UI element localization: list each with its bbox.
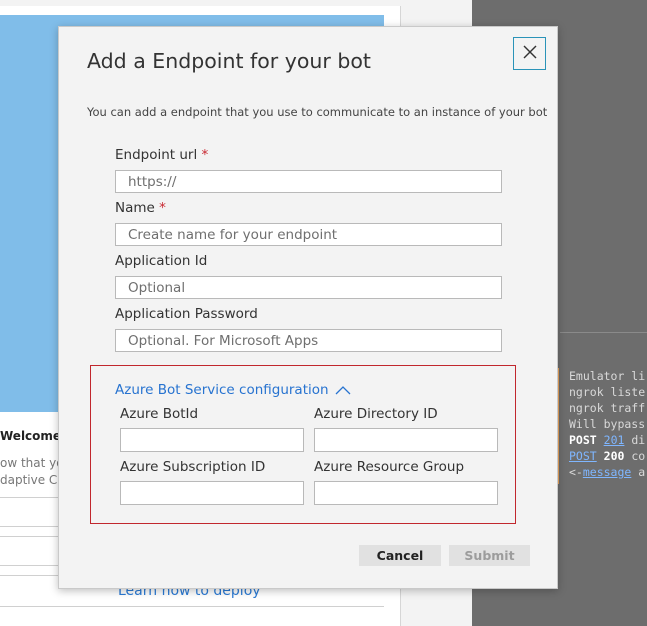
app-password-input[interactable] bbox=[115, 329, 502, 352]
azure-subscription-id-input[interactable] bbox=[120, 481, 304, 505]
dialog-title: Add a Endpoint for your bot bbox=[87, 49, 371, 73]
name-label: Name * bbox=[115, 200, 166, 216]
azure-subscription-id-label: Azure Subscription ID bbox=[120, 459, 266, 475]
close-button[interactable] bbox=[513, 37, 546, 70]
azure-directory-id-label: Azure Directory ID bbox=[314, 406, 438, 422]
log-status: 200 bbox=[603, 449, 625, 463]
endpoint-url-label: Endpoint url * bbox=[115, 147, 208, 163]
log-method-link[interactable]: POST bbox=[569, 449, 597, 463]
dialog-description: You can add a endpoint that you use to c… bbox=[87, 105, 548, 119]
background-text-line: ow that yo bbox=[0, 456, 64, 470]
required-marker: * bbox=[201, 147, 209, 163]
close-icon bbox=[523, 44, 537, 63]
log-line: ngrok traff bbox=[569, 401, 646, 415]
log-text: co bbox=[631, 449, 646, 463]
log-line: ngrok liste bbox=[569, 385, 646, 399]
log-divider bbox=[560, 332, 647, 333]
log-text: a bbox=[638, 465, 646, 479]
azure-bot-id-input[interactable] bbox=[120, 428, 304, 452]
azure-config-toggle[interactable]: Azure Bot Service configuration bbox=[115, 382, 351, 398]
endpoint-url-input[interactable] bbox=[115, 170, 502, 193]
log-line: Emulator li bbox=[569, 369, 646, 383]
required-marker: * bbox=[159, 200, 166, 216]
cancel-button[interactable]: Cancel bbox=[359, 545, 441, 566]
add-endpoint-dialog: Add a Endpoint for your bot You can add … bbox=[58, 26, 558, 589]
endpoint-url-label-text: Endpoint url bbox=[115, 147, 198, 163]
azure-resource-group-input[interactable] bbox=[314, 481, 498, 505]
azure-config-section: Azure Bot Service configuration Azure Bo… bbox=[90, 365, 516, 524]
submit-button[interactable]: Submit bbox=[449, 545, 530, 566]
log-status-link[interactable]: 201 bbox=[604, 433, 625, 447]
log-line: <-message a bbox=[569, 464, 647, 480]
log-message-link[interactable]: message bbox=[583, 465, 631, 479]
app-password-label: Application Password bbox=[115, 306, 258, 322]
azure-directory-id-input[interactable] bbox=[314, 428, 498, 452]
log-line: Will bypass bbox=[569, 417, 646, 431]
azure-resource-group-label: Azure Resource Group bbox=[314, 459, 465, 475]
azure-config-toggle-label: Azure Bot Service configuration bbox=[115, 382, 329, 398]
app-id-input[interactable] bbox=[115, 276, 502, 299]
background-text-line: daptive Ca bbox=[0, 473, 65, 487]
name-label-text: Name bbox=[115, 200, 155, 216]
log-method: POST bbox=[569, 433, 597, 447]
log-line: POST 201 di bbox=[569, 432, 647, 448]
chevron-up-icon bbox=[335, 385, 351, 395]
log-prefix: <- bbox=[569, 465, 583, 479]
app-id-label: Application Id bbox=[115, 253, 208, 269]
azure-bot-id-label: Azure BotId bbox=[120, 406, 199, 422]
log-line: POST 200 co bbox=[569, 448, 647, 464]
name-input[interactable] bbox=[115, 223, 502, 246]
log-text: di bbox=[631, 433, 646, 447]
log-output: Emulator li ngrok liste ngrok traff Will… bbox=[556, 368, 647, 484]
